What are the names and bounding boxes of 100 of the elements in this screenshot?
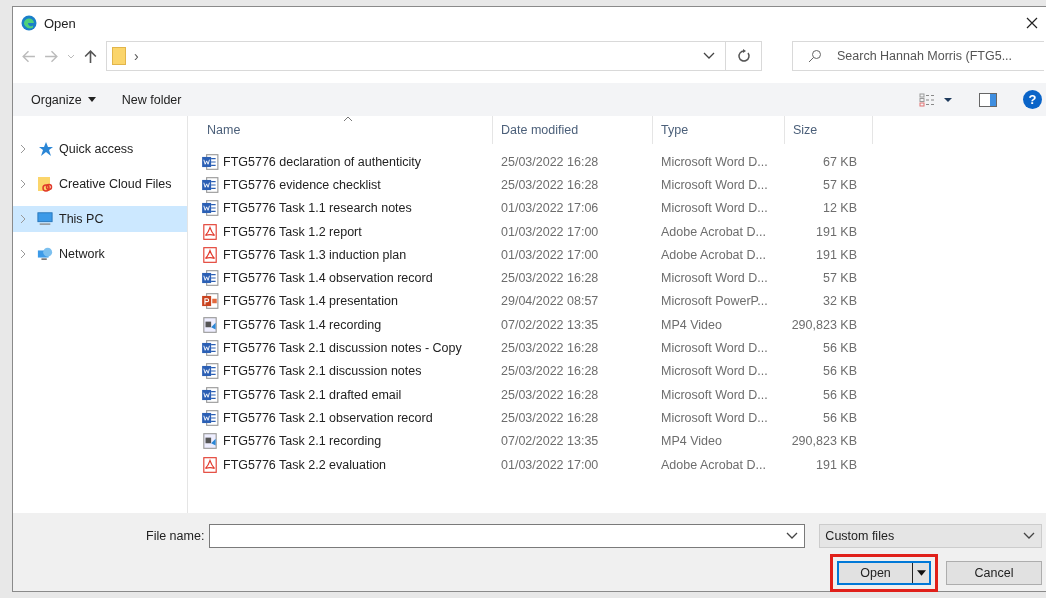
type-cell-text: Microsoft Word D... — [660, 341, 769, 355]
open-button[interactable]: Open — [837, 561, 931, 585]
word-document-icon — [201, 339, 219, 357]
type-cell-text: Microsoft Word D... — [660, 364, 769, 379]
new-folder-button[interactable]: New folder — [115, 88, 188, 111]
file-name: FTG5776 Task 2.1 discussion notes - Copy — [223, 341, 462, 355]
word-document-icon — [201, 408, 219, 427]
column-header[interactable]: Type — [653, 116, 785, 144]
dropdown-arrow-icon[interactable] — [916, 570, 926, 576]
date-cell-text: 25/03/2022 16:28 — [500, 177, 600, 192]
file-name: FTG5776 Task 1.3 induction plan — [223, 247, 407, 262]
size-cell-text: 56 KB — [821, 341, 858, 355]
address-bar[interactable]: › — [106, 41, 726, 71]
file-name: FTG5776 Task 1.4 observation record — [223, 271, 433, 286]
date-cell-text: 25/03/2022 16:28 — [500, 154, 600, 169]
refresh-button[interactable] — [726, 41, 762, 71]
sort-caret-icon — [343, 116, 353, 122]
folder-icon — [112, 47, 126, 65]
expand-chevron-icon[interactable] — [19, 248, 27, 260]
search-field[interactable]: Search Hannah Morris (FTG5... — [792, 41, 1044, 71]
presentation-document-icon — [201, 292, 219, 311]
date-cell-text: 25/03/2022 16:28 — [500, 271, 600, 286]
cloud-folder-icon — [37, 176, 53, 192]
search-icon — [808, 49, 822, 63]
file-name-label: File name: — [146, 529, 205, 543]
browser-logo-icon — [21, 15, 37, 31]
close-icon[interactable] — [1026, 17, 1038, 29]
sidebar-label: Network — [59, 247, 105, 261]
pdf-document-icon — [201, 245, 219, 264]
cancel-button[interactable]: Cancel — [946, 561, 1042, 585]
type-cell-text: Microsoft Word D... — [660, 271, 769, 286]
chevron-down-icon[interactable] — [786, 532, 799, 540]
window-title: Open — [44, 15, 76, 31]
type-cell-text: MP4 Video — [660, 317, 723, 332]
file-name: FTG5776 Task 2.1 observation record — [223, 410, 433, 425]
date-cell-text: 01/03/2022 17:00 — [500, 224, 600, 239]
date-cell-text: 07/02/2022 13:35 — [500, 317, 600, 332]
up-arrow-icon[interactable] — [83, 48, 98, 64]
size-cell-text: 56 KB — [821, 387, 858, 402]
date-cell-text: 01/03/2022 17:06 — [500, 201, 600, 216]
column-header[interactable]: Date modified — [493, 116, 653, 144]
sidebar-item[interactable]: Quick access — [13, 136, 187, 162]
type-cell-text: Microsoft Word D... — [660, 387, 769, 402]
video-file-icon — [201, 315, 219, 334]
file-name: FTG5776 Task 1.4 presentation — [223, 294, 398, 309]
type-cell-text: MP4 Video — [660, 434, 723, 449]
word-document-icon — [201, 269, 219, 288]
word-document-icon — [201, 199, 219, 218]
pdf-document-icon — [201, 222, 219, 241]
sidebar-label: Creative Cloud Files — [59, 177, 172, 191]
preview-pane-icon[interactable] — [979, 92, 997, 107]
date-cell-text: 29/04/2022 08:57 — [500, 294, 600, 309]
refresh-icon — [735, 48, 752, 64]
file-type-dropdown[interactable]: Custom files — [819, 524, 1042, 548]
word-document-icon — [201, 175, 219, 194]
help-button[interactable]: ? — [1023, 90, 1042, 109]
sidebar-item[interactable]: Network — [13, 241, 187, 267]
date-cell-text: 25/03/2022 16:28 — [500, 341, 600, 355]
view-options-icon[interactable] — [919, 92, 955, 107]
sidebar-label: Quick access — [59, 142, 134, 156]
size-cell-text: 57 KB — [821, 177, 858, 192]
date-cell-text: 25/03/2022 16:28 — [500, 387, 600, 402]
size-cell-text: 191 KB — [815, 247, 858, 262]
size-cell-text: 56 KB — [821, 364, 858, 379]
expand-chevron-icon[interactable] — [19, 178, 27, 190]
size-cell-text: 32 KB — [821, 294, 858, 309]
file-name: FTG5776 evidence checklist — [223, 177, 381, 192]
file-name: FTG5776 Task 2.1 discussion notes — [223, 364, 422, 379]
video-file-icon — [201, 432, 219, 451]
type-cell-text: Adobe Acrobat D... — [660, 247, 767, 262]
chevron-down-icon — [1023, 532, 1035, 540]
file-name: FTG5776 Task 1.4 recording — [223, 317, 382, 332]
type-cell-text: Microsoft PowerP... — [660, 294, 769, 309]
expand-chevron-icon[interactable] — [19, 143, 27, 155]
pdf-document-icon — [201, 455, 219, 474]
file-name: FTG5776 declaration of authenticity — [223, 154, 422, 169]
word-document-icon — [201, 362, 219, 381]
size-cell-text: 290,823 KB — [790, 434, 858, 449]
path-separator: › — [134, 48, 139, 64]
type-cell-text: Microsoft Word D... — [660, 154, 769, 169]
sidebar-label: This PC — [59, 212, 104, 226]
file-name: FTG5776 Task 2.1 recording — [223, 434, 382, 449]
column-header[interactable]: Name — [199, 116, 493, 144]
date-cell-text: 01/03/2022 17:00 — [500, 247, 600, 262]
file-name-field[interactable] — [209, 524, 806, 548]
organize-menu[interactable]: Organize — [25, 88, 102, 111]
size-cell-text: 67 KB — [821, 154, 858, 169]
size-cell-text: 56 KB — [821, 410, 858, 425]
size-cell-text: 191 KB — [815, 457, 858, 472]
computer-icon — [37, 211, 53, 227]
sidebar-item[interactable]: This PC — [13, 206, 187, 232]
date-cell-text: 07/02/2022 13:35 — [500, 434, 600, 449]
size-cell-text: 191 KB — [815, 224, 858, 239]
chevron-down-icon[interactable] — [703, 52, 715, 60]
word-document-icon — [201, 152, 219, 171]
column-header[interactable]: Size — [785, 116, 873, 144]
type-cell-text: Microsoft Word D... — [660, 410, 769, 425]
type-cell-text: Microsoft Word D... — [660, 177, 769, 192]
sidebar-item[interactable]: Creative Cloud Files — [13, 171, 187, 197]
star-icon — [37, 141, 53, 157]
